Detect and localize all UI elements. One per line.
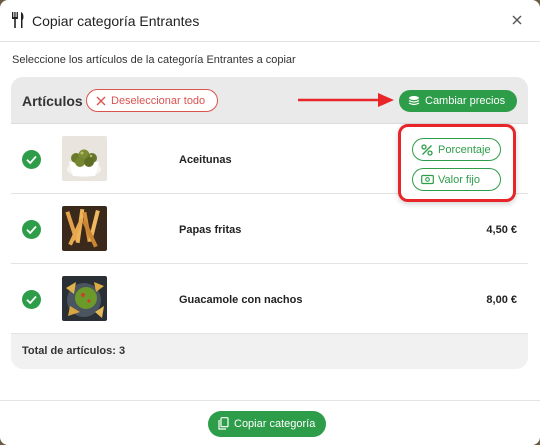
fixed-value-button[interactable]: Valor fijo	[412, 168, 501, 191]
utensils-icon	[12, 12, 24, 28]
item-name: Guacamole con nachos	[179, 294, 303, 306]
modal-footer: Copiar categoría	[0, 400, 540, 445]
change-prices-label: Cambiar precios	[425, 95, 506, 107]
percentage-label: Porcentaje	[438, 144, 491, 156]
olives-image	[62, 136, 107, 181]
deselect-all-button[interactable]: Deseleccionar todo	[86, 89, 218, 112]
modal-header: Copiar categoría Entrantes	[0, 0, 540, 42]
change-prices-button[interactable]: Cambiar precios	[399, 90, 517, 112]
fixed-value-label: Valor fijo	[438, 174, 480, 186]
check-circle-icon[interactable]	[22, 290, 41, 309]
x-icon	[96, 96, 106, 106]
copy-category-label: Copiar categoría	[234, 418, 316, 430]
item-price: 8,00 €	[486, 294, 517, 306]
list-item[interactable]: Papas fritas 4,50 €	[11, 194, 528, 264]
banknote-icon	[421, 174, 434, 185]
items-panel: Artículos Deseleccionar todo Cambiar pre…	[11, 77, 528, 369]
check-circle-icon[interactable]	[22, 220, 41, 239]
check-circle-icon[interactable]	[22, 150, 41, 169]
guacamole-image	[62, 276, 107, 321]
percentage-button[interactable]: Porcentaje	[412, 138, 501, 161]
item-name: Aceitunas	[179, 154, 232, 166]
copy-category-modal: Copiar categoría Entrantes Seleccione lo…	[0, 0, 540, 445]
item-price: 4,50 €	[486, 224, 517, 236]
copy-category-button[interactable]: Copiar categoría	[208, 411, 326, 437]
change-prices-popover: Porcentaje Valor fijo	[398, 124, 516, 202]
modal-title: Copiar categoría Entrantes	[32, 13, 200, 29]
item-name: Papas fritas	[179, 224, 242, 236]
deselect-all-label: Deseleccionar todo	[111, 95, 206, 107]
coins-icon	[408, 96, 420, 106]
copy-icon	[218, 417, 229, 430]
items-heading: Artículos	[22, 93, 83, 109]
close-icon[interactable]	[509, 12, 525, 28]
fries-image	[62, 206, 107, 251]
modal-subtitle: Seleccione los artículos de la categoría…	[12, 54, 296, 66]
items-panel-header: Artículos Deseleccionar todo Cambiar pre…	[11, 77, 528, 124]
items-total: Total de artículos: 3	[22, 345, 126, 357]
percent-icon	[421, 144, 433, 156]
list-item[interactable]: Guacamole con nachos 8,00 €	[11, 264, 528, 334]
